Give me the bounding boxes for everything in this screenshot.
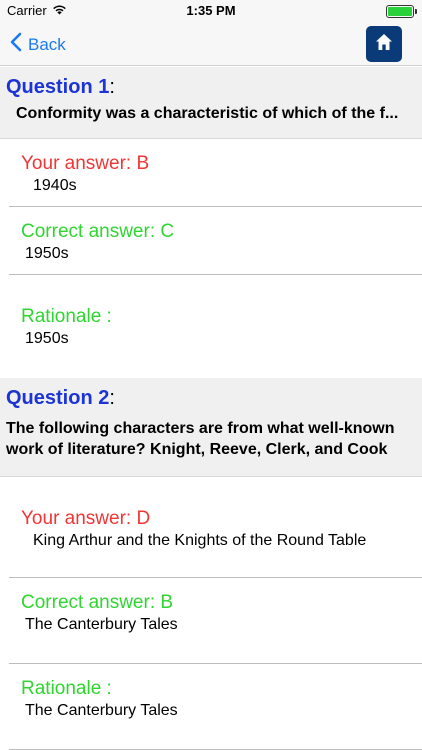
question-2-header: Question 2: The following characters are… bbox=[0, 378, 422, 477]
correct-answer-label: Correct answer: B bbox=[21, 592, 174, 613]
back-label: Back bbox=[28, 34, 66, 54]
correct-answer-value: The Canterbury Tales bbox=[25, 616, 178, 633]
rationale-value: The Canterbury Tales bbox=[25, 702, 178, 719]
question-1-your-answer-row: Your answer: B 1940s bbox=[0, 139, 422, 207]
rationale-value: 1950s bbox=[25, 330, 69, 347]
your-answer-value: King Arthur and the Knights of the Round… bbox=[33, 532, 367, 549]
question-1-rationale-row: Rationale : 1950s bbox=[0, 275, 422, 378]
navigation-bar: Back bbox=[0, 22, 422, 66]
battery-icon bbox=[386, 5, 417, 18]
chevron-left-icon bbox=[10, 32, 22, 57]
status-bar: Carrier 1:35 PM bbox=[0, 0, 422, 22]
status-time: 1:35 PM bbox=[186, 3, 236, 18]
question-2-title: Question 2: bbox=[6, 387, 115, 409]
question-2-your-answer-row: Your answer: D King Arthur and the Knigh… bbox=[0, 477, 422, 578]
your-answer-label: Your answer: D bbox=[21, 508, 151, 529]
question-2-number: Question 2 bbox=[6, 387, 110, 409]
question-1-title: Question 1: bbox=[6, 76, 115, 98]
correct-answer-value: 1950s bbox=[25, 245, 69, 262]
question-1-header: Question 1: Conformity was a characteris… bbox=[0, 67, 422, 139]
your-answer-label: Your answer: B bbox=[21, 153, 150, 174]
back-button[interactable]: Back bbox=[10, 32, 66, 57]
question-2-text: The following characters are from what w… bbox=[6, 420, 395, 458]
question-2-rationale-row: Rationale : The Canterbury Tales bbox=[0, 664, 422, 750]
rationale-label: Rationale : bbox=[21, 678, 112, 699]
home-icon bbox=[374, 32, 394, 57]
home-button[interactable] bbox=[366, 26, 402, 62]
your-answer-value: 1940s bbox=[33, 177, 77, 194]
rationale-label: Rationale : bbox=[21, 306, 112, 327]
question-1-correct-answer-row: Correct answer: C 1950s bbox=[0, 207, 422, 275]
question-2-correct-answer-row: Correct answer: B The Canterbury Tales bbox=[0, 578, 422, 664]
question-1-text: Conformity was a characteristic of which… bbox=[16, 105, 399, 122]
question-1-number: Question 1 bbox=[6, 76, 110, 98]
correct-answer-label: Correct answer: C bbox=[21, 221, 175, 242]
